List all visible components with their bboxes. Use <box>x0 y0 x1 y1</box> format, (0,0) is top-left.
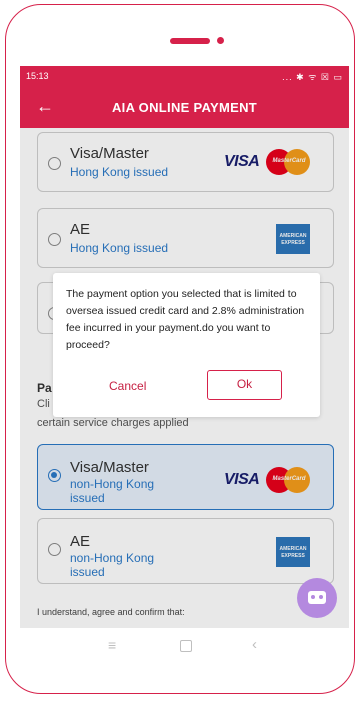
status-icons: ... ✱ ᯤ ☒ ▭ <box>282 72 343 82</box>
menu-icon[interactable]: ≡ <box>108 637 116 653</box>
robot-face-icon <box>308 591 326 604</box>
page-title: AIA ONLINE PAYMENT <box>111 100 258 115</box>
status-time: 15:13 <box>26 71 49 81</box>
speaker <box>170 38 210 44</box>
ok-button[interactable]: Ok <box>207 370 282 400</box>
chatbot-icon[interactable] <box>297 578 337 618</box>
confirm-dialog: The payment option you selected that is … <box>53 273 320 417</box>
camera <box>217 37 224 44</box>
home-icon[interactable] <box>180 640 192 652</box>
status-bar: 15:13 ... ✱ ᯤ ☒ ▭ <box>20 66 349 88</box>
system-nav-bar: ≡ ‹ <box>20 628 349 666</box>
dialog-message: The payment option you selected that is … <box>66 288 305 351</box>
cancel-button[interactable]: Cancel <box>109 379 146 393</box>
screen: 15:13 ... ✱ ᯤ ☒ ▭ ← AIA ONLINE PAYMENT V… <box>20 66 349 628</box>
nav-back-icon[interactable]: ‹ <box>252 636 257 653</box>
app-bar: ← AIA ONLINE PAYMENT <box>20 88 349 128</box>
